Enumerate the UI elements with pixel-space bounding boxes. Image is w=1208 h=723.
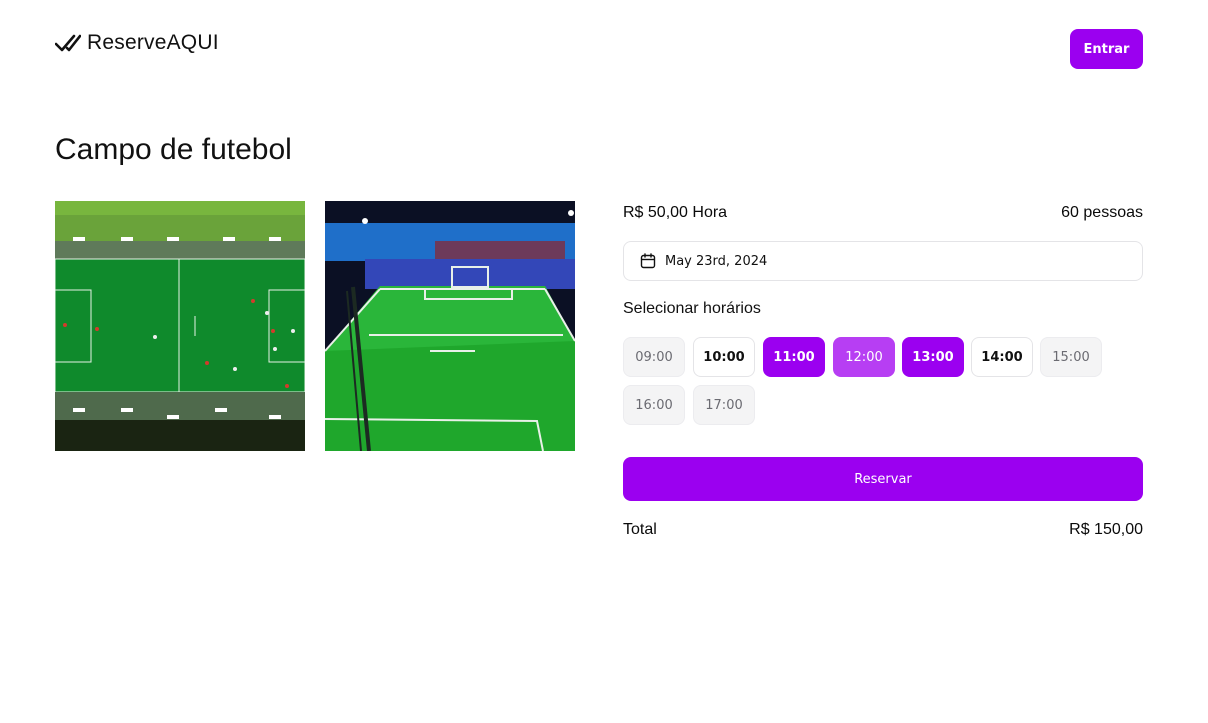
capacity: 60 pessoas (1061, 204, 1143, 221)
time-slot[interactable]: 14:00 (971, 337, 1033, 377)
logo-text: ReserveAQUI (87, 31, 219, 54)
login-button[interactable]: Entrar (1070, 29, 1143, 69)
total-row: Total R$ 150,00 (623, 521, 1143, 541)
time-slot[interactable]: 09:00 (623, 337, 685, 377)
reserve-button[interactable]: Reservar (623, 457, 1143, 501)
time-slot[interactable]: 15:00 (1040, 337, 1102, 377)
time-slot[interactable]: 16:00 (623, 385, 685, 425)
field-photo-perspective-image (325, 201, 575, 451)
date-picker[interactable]: May 23rd, 2024 (623, 241, 1143, 281)
field-photo-aerial[interactable] (55, 201, 305, 451)
page-title: Campo de futebol (55, 133, 292, 166)
time-slot[interactable]: 17:00 (693, 385, 755, 425)
price-per-hour: R$ 50,00 Hora (623, 204, 728, 221)
calendar-icon (640, 253, 656, 269)
time-slot[interactable]: 11:00 (763, 337, 825, 377)
price-row: R$ 50,00 Hora 60 pessoas (623, 204, 1143, 224)
total-value: R$ 150,00 (1069, 521, 1143, 538)
time-slot[interactable]: 10:00 (693, 337, 755, 377)
time-slot[interactable]: 13:00 (902, 337, 964, 377)
field-photo-aerial-image (55, 201, 305, 451)
slots-label: Selecionar horários (623, 300, 761, 317)
time-slot[interactable]: 12:00 (833, 337, 895, 377)
selected-date: May 23rd, 2024 (665, 253, 768, 269)
logo[interactable]: ReserveAQUI (55, 29, 219, 57)
total-label: Total (623, 521, 657, 538)
header: ReserveAQUI Entrar (55, 29, 1143, 69)
double-check-icon (55, 34, 81, 52)
field-photo-perspective[interactable] (325, 201, 575, 451)
